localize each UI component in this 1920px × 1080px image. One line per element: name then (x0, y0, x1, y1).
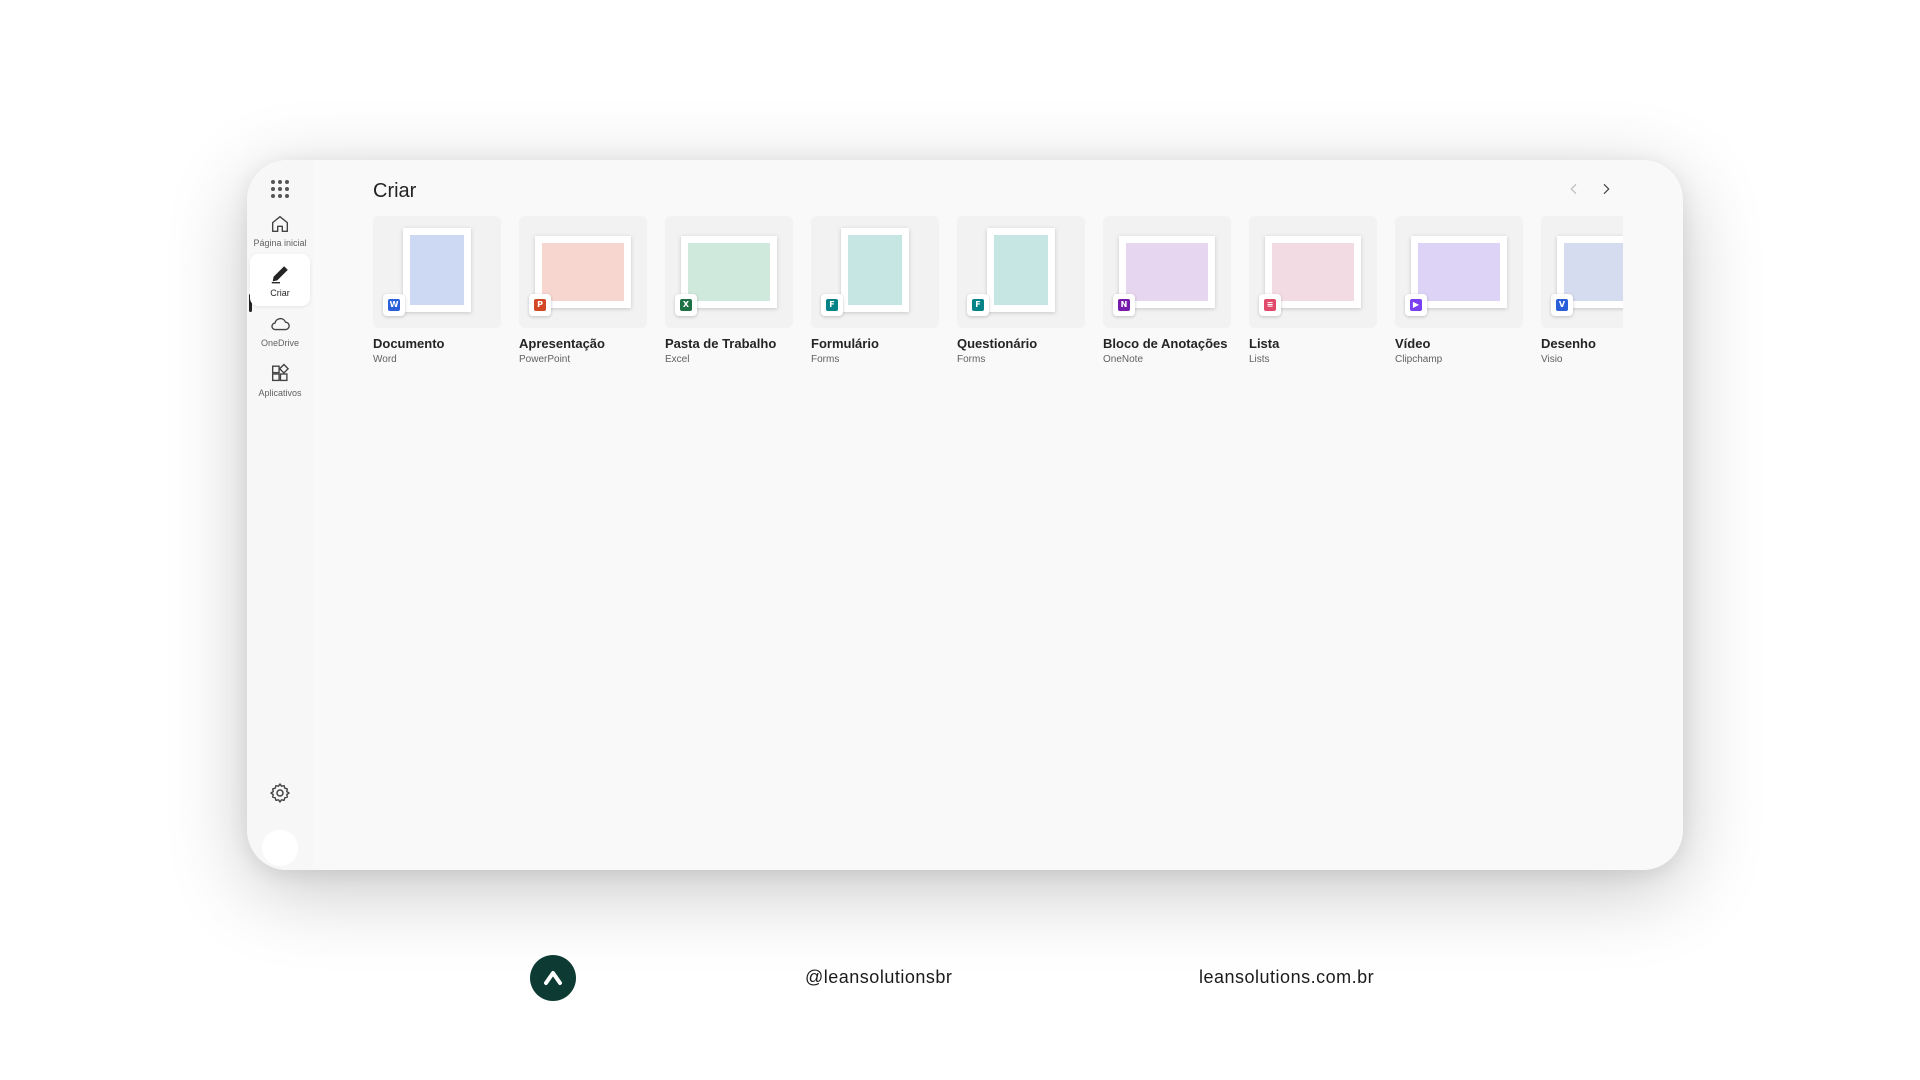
pen-icon (271, 265, 288, 283)
create-card[interactable]: ≡ Lista Lists (1249, 216, 1377, 366)
card-title: Apresentação (519, 336, 605, 351)
create-card[interactable]: N Bloco de Anotações OneNote (1103, 216, 1231, 366)
card-app-name: Forms (811, 354, 840, 365)
app-icon: V (1551, 294, 1573, 316)
gear-icon (270, 783, 290, 803)
card-app-name: Clipchamp (1395, 354, 1443, 365)
footer-handle: @leansolutionsbr (805, 967, 953, 987)
card-thumbnail: X (665, 216, 793, 328)
app-icon: P (529, 294, 551, 316)
app-icon-glyph: N (1118, 299, 1130, 311)
create-card[interactable]: V Desenho Visio (1541, 216, 1623, 366)
app-launcher-icon[interactable] (271, 180, 289, 198)
create-card[interactable]: W Documento Word (373, 216, 501, 366)
card-thumbnail: P (519, 216, 647, 328)
card-title: Vídeo (1395, 336, 1431, 351)
app-icon-glyph: P (534, 299, 546, 311)
app-icon-glyph: V (1556, 299, 1568, 311)
page-title: Criar (373, 180, 417, 202)
preview-fill (410, 235, 464, 305)
app-icon: F (967, 294, 989, 316)
card-app-name: Forms (957, 354, 986, 365)
card-thumbnail: F (811, 216, 939, 328)
card-title: Questionário (957, 336, 1038, 351)
app-icon-glyph: X (680, 299, 692, 311)
card-thumbnail: V (1541, 216, 1623, 328)
card-app-name: OneNote (1103, 354, 1144, 365)
card-title: Pasta de Trabalho (665, 336, 777, 351)
create-card[interactable]: X Pasta de Trabalho Excel (665, 216, 793, 366)
left-rail: Página inicial Criar OneDrive Aplicativo… (247, 160, 313, 870)
preview-fill (1272, 243, 1354, 301)
preview-fill (542, 243, 624, 301)
card-app-name: Visio (1541, 354, 1563, 365)
create-card[interactable]: P Apresentação PowerPoint (519, 216, 647, 366)
card-title: Bloco de Anotações (1103, 336, 1228, 351)
rail-item-label: Página inicial (253, 237, 307, 248)
preview-fill (1418, 243, 1500, 301)
preview-fill (848, 235, 902, 305)
preview-fill (994, 235, 1048, 305)
rail-item-home[interactable]: Página inicial (250, 204, 310, 256)
card-thumbnail: W (373, 216, 501, 328)
document-preview (987, 228, 1055, 312)
app-icon-glyph: ▶ (1410, 299, 1422, 311)
settings-button[interactable] (268, 781, 292, 805)
app-icon-glyph: ≡ (1264, 299, 1276, 311)
card-app-name: Lists (1249, 354, 1270, 365)
app-icon-glyph: F (826, 299, 838, 311)
logo-icon (544, 971, 562, 985)
card-thumbnail: ▶ (1395, 216, 1523, 328)
app-icon-glyph: W (388, 299, 400, 311)
rail-item-onedrive[interactable]: OneDrive (250, 304, 310, 356)
app-icon: ▶ (1405, 294, 1427, 316)
home-icon (271, 215, 289, 232)
card-app-name: Word (373, 354, 397, 365)
app-icon-glyph: F (972, 299, 984, 311)
brand-logo (530, 955, 576, 1001)
app-icon: ≡ (1259, 294, 1281, 316)
card-title: Lista (1249, 336, 1280, 351)
rail-item-label: Aplicativos (258, 387, 302, 398)
preview-fill (688, 243, 770, 301)
chevron-left-icon (1570, 183, 1577, 195)
app-icon: X (675, 294, 697, 316)
app-window: Página inicial Criar OneDrive Aplicativo… (247, 160, 1683, 870)
chevron-right-icon (1603, 183, 1610, 195)
card-thumbnail: N (1103, 216, 1231, 328)
card-title: Formulário (811, 336, 879, 351)
app-icon: W (383, 294, 405, 316)
create-cards-row: W Documento Word P Apresentação PowerPoint X Pa… (373, 216, 1623, 376)
card-app-name: Excel (665, 354, 690, 365)
preview-fill (1564, 243, 1623, 301)
document-preview (403, 228, 471, 312)
create-card[interactable]: ▶ Vídeo Clipchamp (1395, 216, 1523, 366)
card-title: Documento (373, 336, 445, 351)
footer-site: leansolutions.com.br (1199, 967, 1375, 987)
card-app-name: PowerPoint (519, 354, 571, 365)
create-card[interactable]: F Questionário Forms (957, 216, 1085, 366)
document-preview (841, 228, 909, 312)
preview-fill (1126, 243, 1208, 301)
apps-icon (271, 363, 290, 381)
cloud-icon (271, 317, 290, 330)
create-card[interactable]: F Formulário Forms (811, 216, 939, 366)
scroll-next-button[interactable] (1595, 178, 1617, 200)
avatar[interactable] (262, 830, 298, 866)
rail-item-label: OneDrive (260, 337, 299, 348)
app-icon: N (1113, 294, 1135, 316)
rail-item-create[interactable]: Criar (250, 254, 310, 306)
rail-item-apps[interactable]: Aplicativos (250, 354, 310, 406)
app-icon: F (821, 294, 843, 316)
card-thumbnail: F (957, 216, 1085, 328)
card-title: Desenho (1541, 336, 1596, 351)
rail-item-label: Criar (270, 287, 290, 298)
scroll-prev-button[interactable] (1563, 178, 1585, 200)
card-thumbnail: ≡ (1249, 216, 1377, 328)
